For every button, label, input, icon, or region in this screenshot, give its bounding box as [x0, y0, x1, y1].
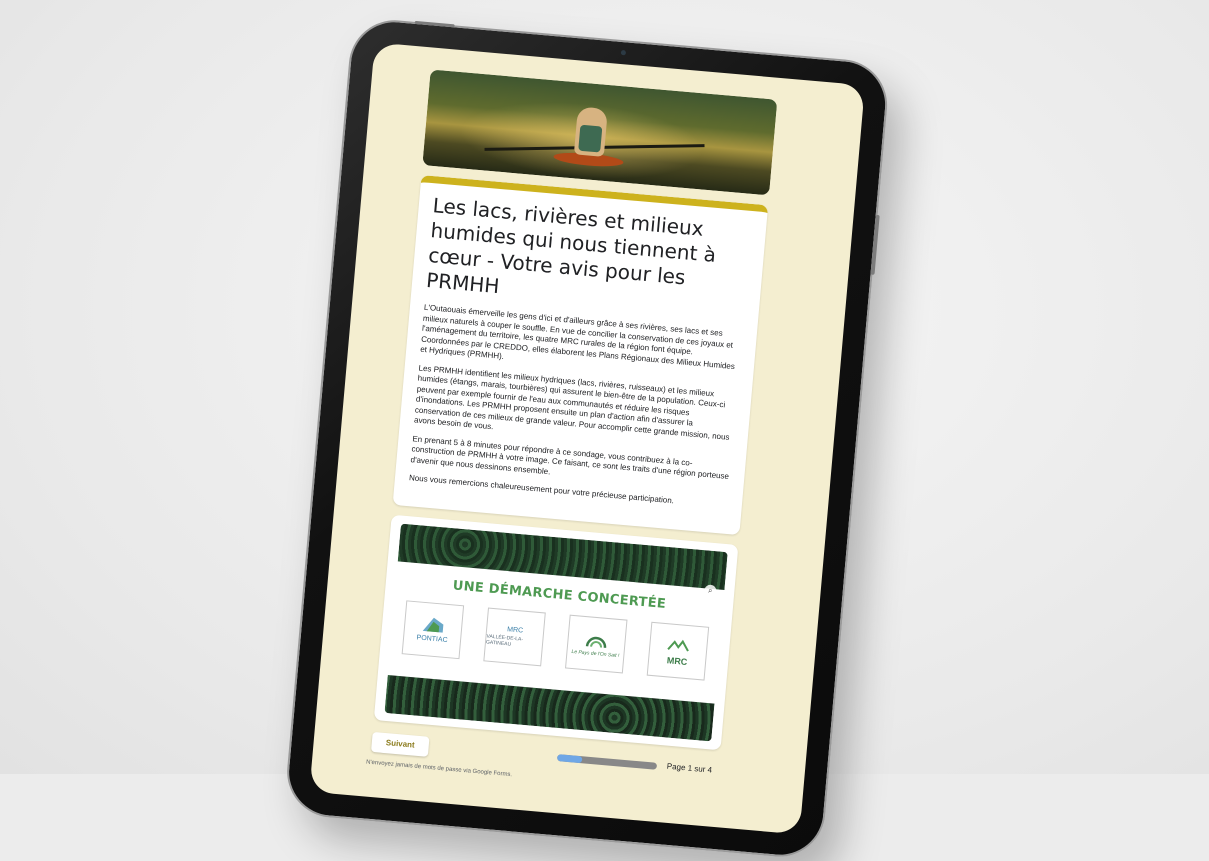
- progress-bar: [556, 753, 658, 770]
- header-banner-image: [422, 69, 778, 196]
- next-button[interactable]: Suivant: [371, 731, 430, 757]
- page-indicator: Page 1 sur 4: [666, 761, 713, 775]
- password-warning: N'envoyez jamais de mots de passe via Go…: [365, 758, 513, 778]
- mountains-mark-icon: [667, 639, 689, 652]
- tablet-frame: Les lacs, rivières et milieux humides qu…: [283, 16, 891, 861]
- form-title: Les lacs, rivières et milieux humides qu…: [425, 193, 717, 299]
- mrc-vallee-gatineau-logo: MRC VALLÉE-DE-LA-GATINEAU: [483, 606, 546, 666]
- form-column: Les lacs, rivières et milieux humides qu…: [365, 48, 779, 812]
- forest-bottom-image: [384, 674, 715, 741]
- logo-label: MRC: [666, 654, 688, 667]
- volume-button: [870, 214, 880, 275]
- progress-fill: [556, 753, 583, 763]
- concerted-image: ⌕ UNE DÉMARCHE CONCERTÉE PONTIAC MRC VAL…: [384, 523, 728, 741]
- partner-logos: PONTIAC MRC VALLÉE-DE-LA-GATINEAU Le Pay…: [401, 599, 710, 681]
- pontiac-mark-icon: [422, 617, 444, 633]
- image-item-card: ⌕ UNE DÉMARCHE CONCERTÉE PONTIAC MRC VAL…: [373, 514, 739, 750]
- tablet-device: Les lacs, rivières et milieux humides qu…: [283, 16, 891, 861]
- camera-icon: [620, 49, 627, 56]
- tablet-screen: Les lacs, rivières et milieux humides qu…: [309, 42, 865, 835]
- logo-label: MRC: [506, 626, 524, 635]
- logo-sublabel: Le Pays de l'On Sait !: [571, 648, 620, 659]
- mrc-papineau-logo: Le Pays de l'On Sait !: [565, 614, 628, 673]
- logo-sublabel: VALLÉE-DE-LA-GATINEAU: [485, 633, 524, 648]
- pontiac-logo: PONTIAC: [401, 599, 465, 659]
- arch-mark-icon: [585, 636, 607, 648]
- form-title-card: Les lacs, rivières et milieux humides qu…: [392, 175, 769, 535]
- mrc-collines-logo: MRC: [646, 621, 710, 681]
- logo-label: PONTIAC: [416, 634, 448, 645]
- form-description: L'Outaouais émerveille les gens d'ici et…: [409, 303, 744, 512]
- background: Les lacs, rivières et milieux humides qu…: [0, 0, 1209, 861]
- life-vest-shape: [578, 124, 603, 153]
- power-button: [414, 20, 455, 28]
